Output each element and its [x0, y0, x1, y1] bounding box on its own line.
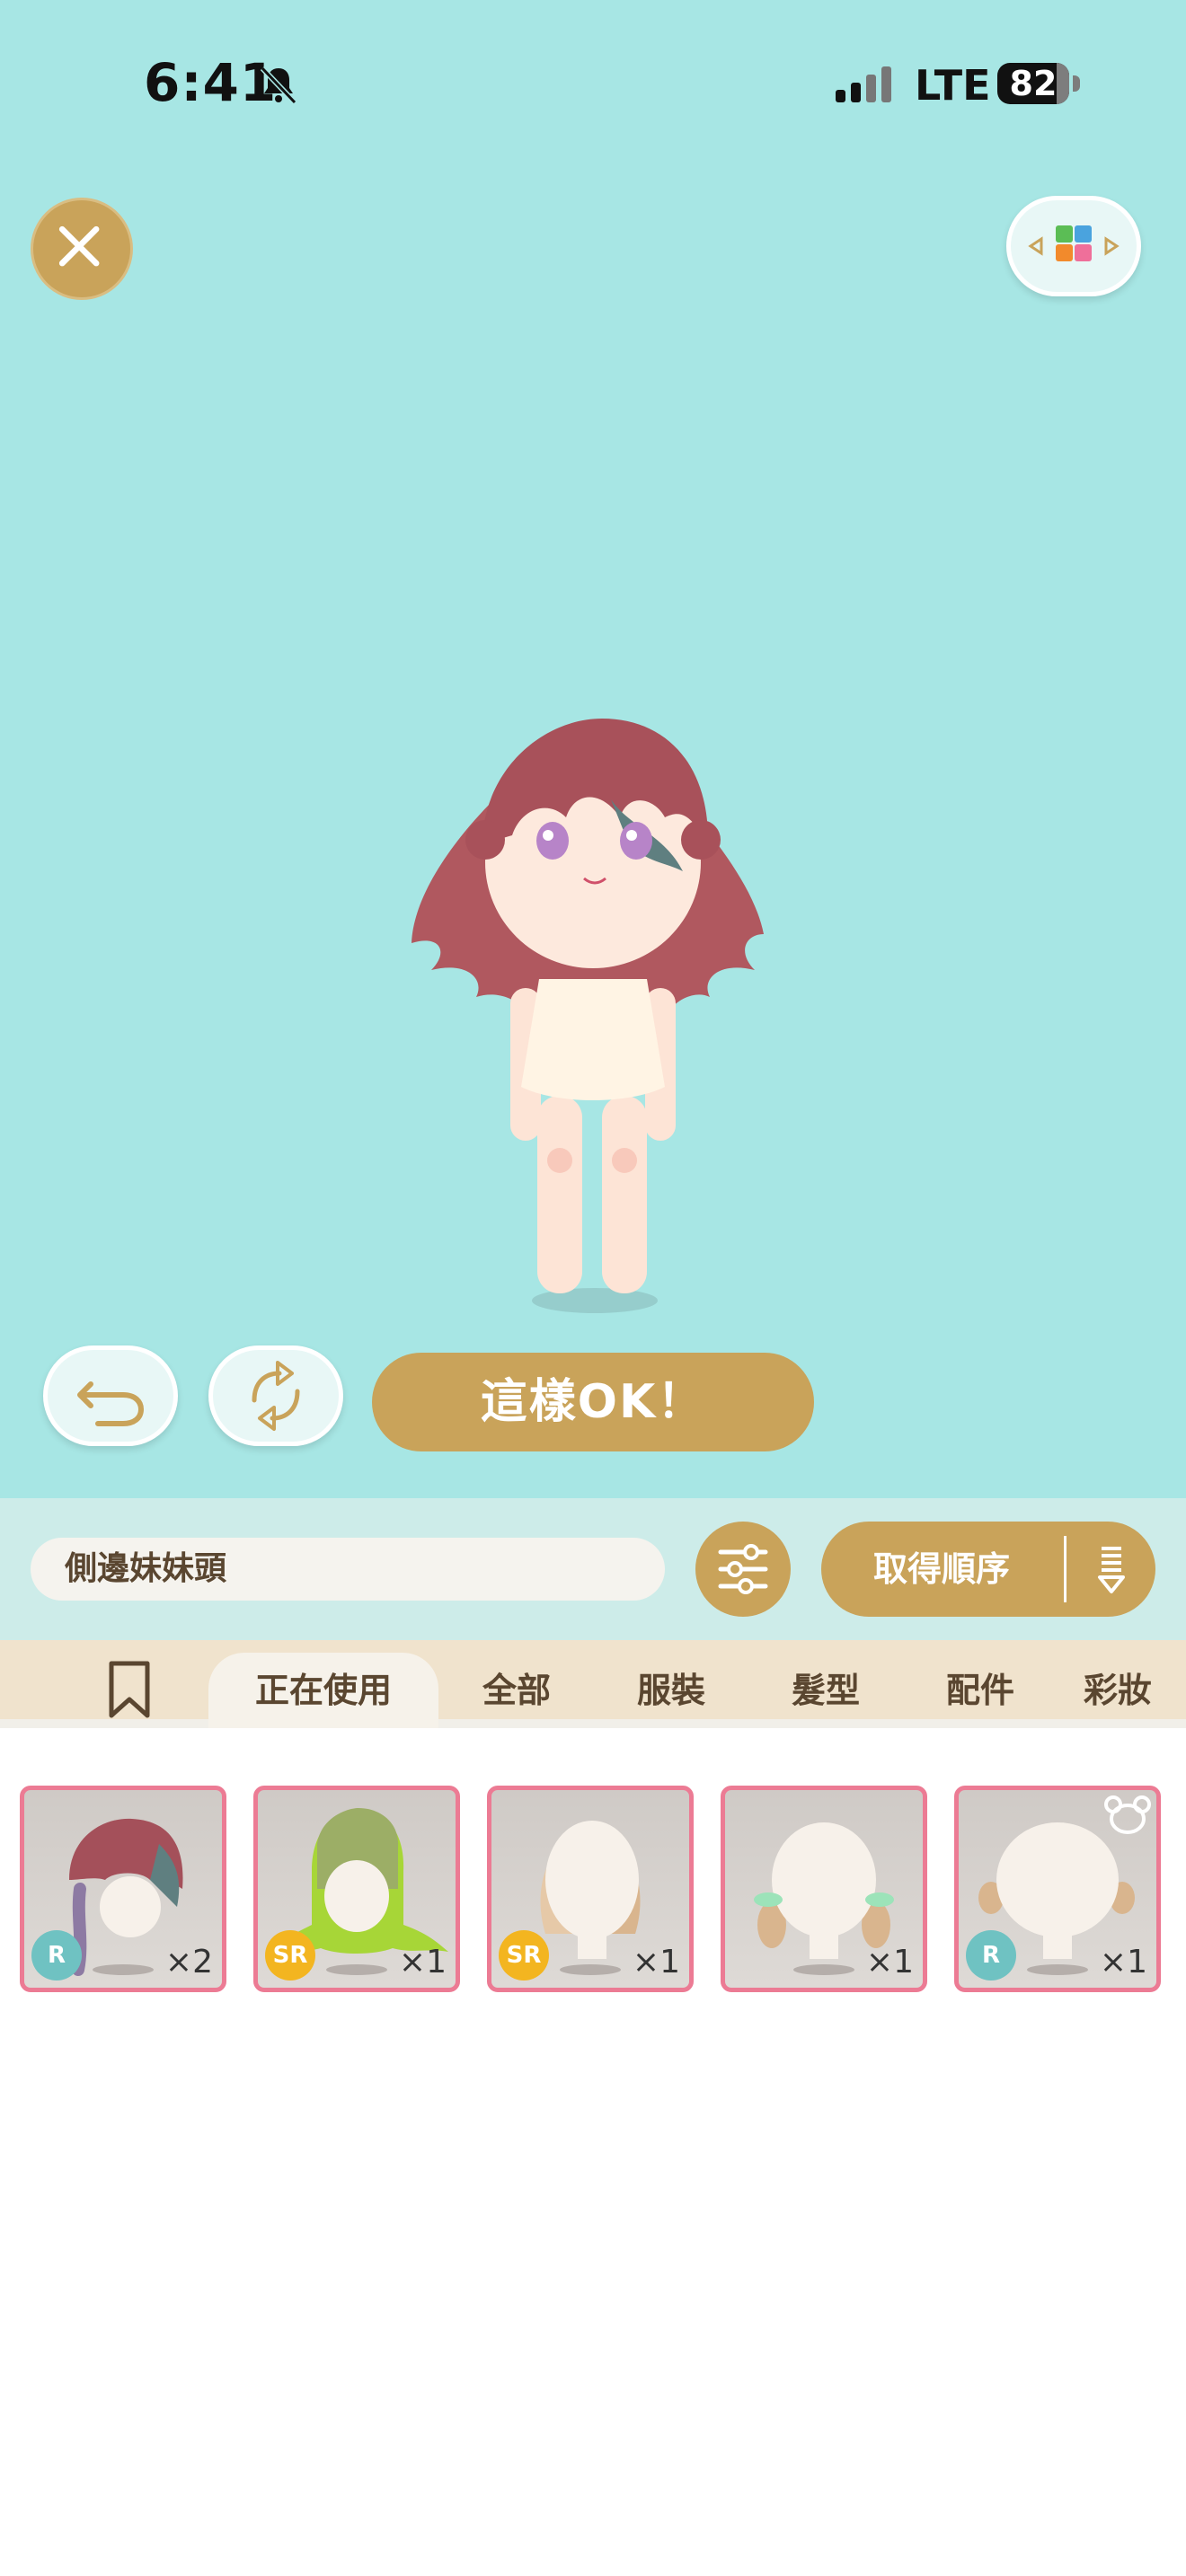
- bear-icon: [1104, 1795, 1151, 1834]
- battery-indicator: 82: [997, 63, 1069, 104]
- rotate-button[interactable]: [208, 1345, 343, 1446]
- close-icon: [58, 225, 100, 267]
- rarity-badge: R: [31, 1930, 82, 1981]
- rarity-badge: R: [966, 1930, 1016, 1981]
- item-card[interactable]: SR ×1: [487, 1786, 694, 1992]
- sort-label: 取得順序: [873, 1549, 1011, 1589]
- sort-divider: [1064, 1536, 1067, 1602]
- tab-all[interactable]: 全部: [467, 1653, 566, 1728]
- sort-list-icon[interactable]: [1089, 1545, 1134, 1595]
- silent-bell-icon: [260, 66, 297, 105]
- item-card[interactable]: SR ×1: [253, 1786, 460, 1992]
- rotate-icon: [252, 1361, 300, 1431]
- color-grid-button[interactable]: [1006, 196, 1141, 296]
- search-input[interactable]: 側邊妹妹頭: [31, 1538, 665, 1601]
- filter-button[interactable]: [695, 1522, 791, 1617]
- network-type: LTE: [915, 61, 991, 110]
- battery-level: 82: [1009, 64, 1058, 103]
- color-grid-icon: [1028, 225, 1120, 261]
- sliders-icon: [718, 1544, 768, 1594]
- item-count: ×1: [398, 1944, 447, 1981]
- tab-accessories[interactable]: 配件: [929, 1653, 1031, 1728]
- item-card[interactable]: R ×2: [20, 1786, 226, 1992]
- close-button[interactable]: [31, 198, 133, 300]
- battery-nub: [1073, 75, 1080, 92]
- item-count: ×1: [1099, 1944, 1147, 1981]
- rarity-badge: SR: [265, 1930, 315, 1981]
- tab-makeup[interactable]: 彩妝: [1084, 1653, 1186, 1728]
- confirm-button[interactable]: 這樣OK！: [372, 1353, 814, 1451]
- signal-icon: [836, 66, 891, 102]
- item-count: ×1: [632, 1944, 680, 1981]
- tab-clothing[interactable]: 服裝: [620, 1653, 722, 1728]
- item-count: ×1: [865, 1944, 914, 1981]
- undo-button[interactable]: [43, 1345, 178, 1446]
- undo-icon: [77, 1381, 145, 1426]
- item-card[interactable]: R ×1: [954, 1786, 1161, 1992]
- avatar-character: [412, 719, 764, 1313]
- rarity-badge: SR: [499, 1930, 549, 1981]
- bookmark-icon[interactable]: [106, 1660, 153, 1719]
- tab-hairstyle[interactable]: 髮型: [774, 1653, 877, 1728]
- item-count: ×2: [164, 1944, 213, 1981]
- sort-button[interactable]: 取得順序: [821, 1522, 1155, 1617]
- item-card[interactable]: ×1: [721, 1786, 927, 1992]
- tab-in-use[interactable]: 正在使用: [208, 1653, 438, 1728]
